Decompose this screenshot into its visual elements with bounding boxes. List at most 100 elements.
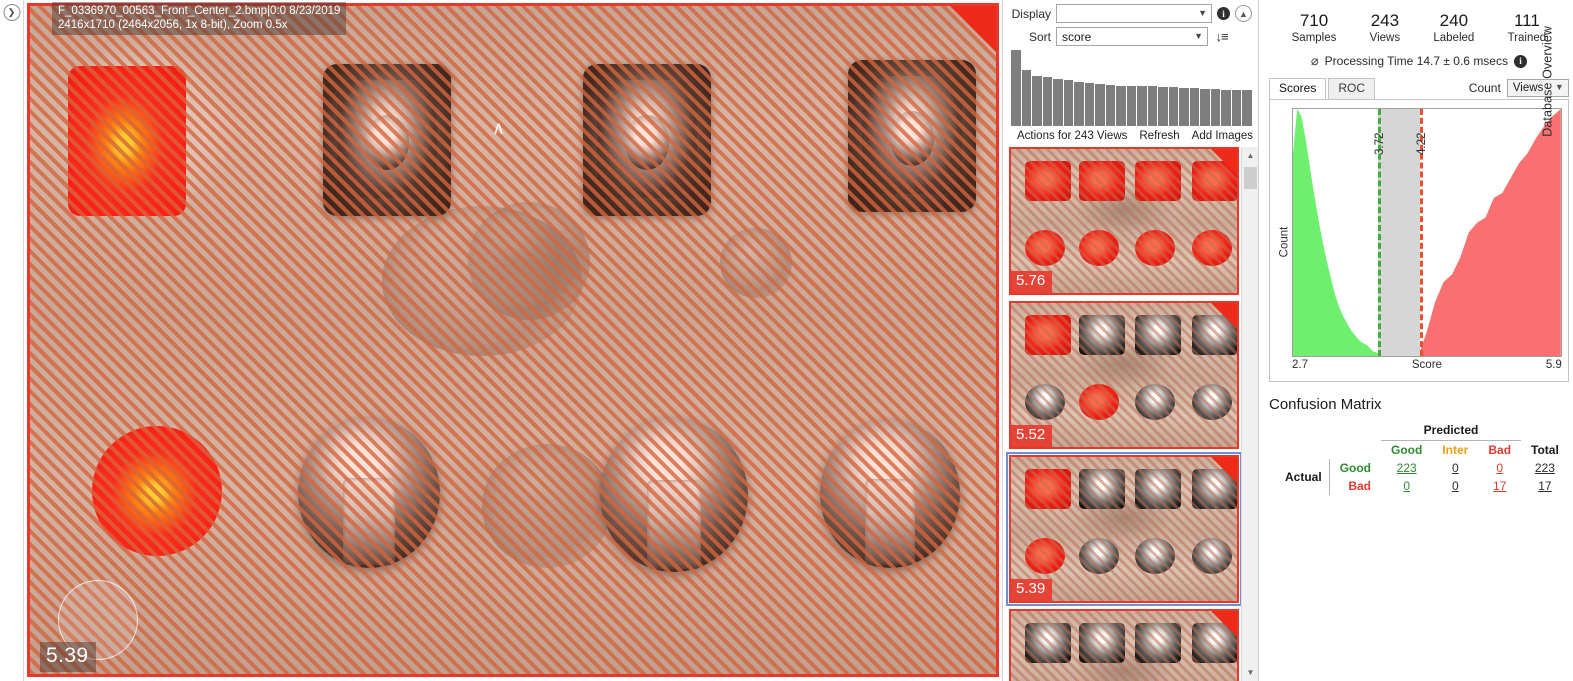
score-bar[interactable] — [1042, 77, 1053, 126]
stat-views: 243 Views — [1370, 10, 1400, 46]
spacer-cell — [1329, 421, 1381, 441]
score-bar[interactable] — [1032, 75, 1042, 126]
thumbnail-item[interactable]: 5.52 — [1009, 301, 1239, 449]
score-bar[interactable] — [1168, 87, 1179, 126]
cell-value[interactable]: 223 — [1381, 459, 1432, 477]
summary-stats: 710 Samples 243 Views 240 Labeled 111 Trained — [1269, 8, 1569, 46]
score-bar[interactable] — [1137, 86, 1147, 126]
database-overview-panel: 710 Samples 243 Views 240 Labeled 111 Trained ⌀… — [1259, 0, 1573, 681]
area-series-bad — [1420, 109, 1561, 356]
threshold-label-good: 3.72 — [1374, 132, 1387, 155]
info-icon[interactable]: i — [1513, 54, 1527, 68]
sort-select[interactable]: score ▼ — [1056, 27, 1208, 46]
cell-value[interactable]: 0 — [1478, 459, 1521, 477]
tool-parameters-rail[interactable]: ❯ Tool Parameters — [0, 0, 24, 681]
score-bar[interactable] — [1200, 88, 1210, 126]
info-icon[interactable]: i — [1217, 7, 1230, 20]
score-bar[interactable] — [1210, 88, 1221, 126]
chevron-down-icon: ▼ — [1194, 31, 1203, 41]
thumbnail-score-badge: 5.39 — [1011, 579, 1053, 601]
tab-roc[interactable]: ROC — [1328, 78, 1376, 99]
processing-time-text: Processing Time 14.7 ± 0.6 msecs — [1324, 54, 1508, 68]
score-histogram-chart[interactable]: Count 3.72 4.22 2.7 Score 5.9 — [1269, 99, 1569, 382]
confusion-matrix-header-row: Good Inter Bad Total — [1275, 441, 1569, 460]
column-header-bad: Bad — [1488, 443, 1512, 457]
score-bar[interactable] — [1147, 86, 1158, 126]
score-bar[interactable] — [1074, 81, 1084, 126]
valve-socket — [323, 64, 451, 216]
score-bar[interactable] — [1084, 83, 1095, 126]
image-frame[interactable]: ∧ 5.39 — [27, 3, 999, 677]
thumbnail-item[interactable]: 5.31 — [1009, 609, 1239, 681]
confusion-matrix-title: Confusion Matrix — [1269, 396, 1382, 413]
score-bar[interactable] — [1221, 89, 1231, 126]
spark-plug-bore — [600, 418, 748, 572]
column-header-inter: Inter — [1442, 443, 1469, 457]
thumbnail-list-wrapper: 5.76 5.52 5.39 5.31 ▲ ▼ — [1003, 147, 1258, 681]
sort-control-row: Sort score ▼ ↓≡ — [1009, 27, 1252, 46]
stat-label: Labeled — [1433, 32, 1475, 44]
sort-label: Sort — [1028, 29, 1051, 44]
spacer-cell — [1275, 421, 1329, 441]
chevron-up-icon[interactable]: ▲ — [1242, 147, 1258, 164]
image-viewer[interactable]: ∧ 5.39 F_0336970_00563_Front_Center_2.bm… — [24, 0, 1002, 681]
scrollbar-thumb[interactable] — [1244, 167, 1257, 189]
bad-corner-marker — [1211, 303, 1237, 329]
boss-shape — [720, 228, 792, 298]
threshold-label-bad: 4.22 — [1416, 132, 1429, 155]
score-distribution-bars[interactable] — [1009, 50, 1252, 126]
bad-corner-marker — [1211, 457, 1237, 483]
actions-for-views-label: Actions for 243 Views — [1017, 130, 1128, 142]
cell-value[interactable]: 0 — [1381, 477, 1432, 495]
thumbnail-scrollbar[interactable]: ▲ ▼ — [1241, 147, 1258, 681]
cell-value[interactable]: 17 — [1478, 477, 1521, 495]
score-bar[interactable] — [1179, 88, 1189, 126]
tab-scores[interactable]: Scores — [1269, 78, 1327, 99]
thumbnail-item[interactable]: 5.76 — [1009, 147, 1239, 295]
count-select[interactable]: Views ▼ — [1506, 79, 1569, 97]
score-bar[interactable] — [1158, 87, 1168, 126]
cell-value[interactable]: 0 — [1432, 477, 1478, 495]
score-bar[interactable] — [1242, 90, 1252, 126]
image-info-line1: F_0336970_00563_Front_Center_2.bmp|0:0 8… — [58, 5, 341, 17]
bad-corner-marker — [1211, 611, 1237, 637]
count-value: Views — [1512, 82, 1544, 94]
chevron-down-icon[interactable]: ▼ — [1242, 664, 1258, 681]
score-bar[interactable] — [1126, 85, 1137, 126]
row-total[interactable]: 223 — [1521, 459, 1569, 477]
score-bar[interactable] — [1053, 78, 1063, 126]
refresh-link[interactable]: Refresh — [1139, 130, 1179, 142]
score-bar[interactable] — [1189, 88, 1200, 126]
score-bar[interactable] — [1063, 80, 1074, 126]
confusion-matrix-predicted-row: Predicted — [1275, 421, 1569, 441]
row-header-good: Good — [1339, 461, 1372, 475]
plot-area[interactable]: 3.72 4.22 — [1292, 108, 1562, 357]
spacer-cell — [1521, 421, 1569, 441]
display-select[interactable]: ▼ — [1056, 4, 1212, 23]
chevron-right-circle-icon[interactable]: ❯ — [3, 4, 20, 21]
score-bar[interactable] — [1105, 84, 1116, 126]
sort-descending-icon[interactable]: ↓≡ — [1213, 28, 1230, 45]
x-axis: 2.7 Score 5.9 — [1292, 357, 1562, 375]
stat-label: Samples — [1291, 32, 1337, 44]
defect-blob — [92, 426, 222, 556]
views-controls: Display ▼ i ▲ Sort score ▼ ↓≡ Actions fo… — [1003, 0, 1258, 147]
score-bar[interactable] — [1021, 69, 1032, 126]
boss-shape — [382, 206, 582, 356]
chevron-up-circle-icon[interactable]: ▲ — [1235, 5, 1252, 22]
score-bar[interactable] — [1116, 85, 1126, 126]
add-images-link[interactable]: Add Images — [1192, 130, 1253, 142]
row-total[interactable]: 17 — [1521, 477, 1569, 495]
thumbnail-score-badge: 5.52 — [1011, 425, 1053, 447]
score-bar[interactable] — [1011, 50, 1021, 126]
thumbnail-list[interactable]: 5.76 5.52 5.39 5.31 — [1003, 147, 1241, 681]
chevron-down-icon: ▼ — [1554, 82, 1564, 92]
cell-value[interactable]: 0 — [1432, 459, 1478, 477]
score-bar[interactable] — [1231, 89, 1242, 126]
spark-plug-bore — [298, 418, 440, 568]
display-control-row: Display ▼ i ▲ — [1009, 4, 1252, 23]
score-bar[interactable] — [1095, 84, 1105, 126]
x-axis-max-tick: 5.9 — [1545, 359, 1562, 371]
thumbnail-item[interactable]: 5.39 — [1006, 452, 1241, 606]
